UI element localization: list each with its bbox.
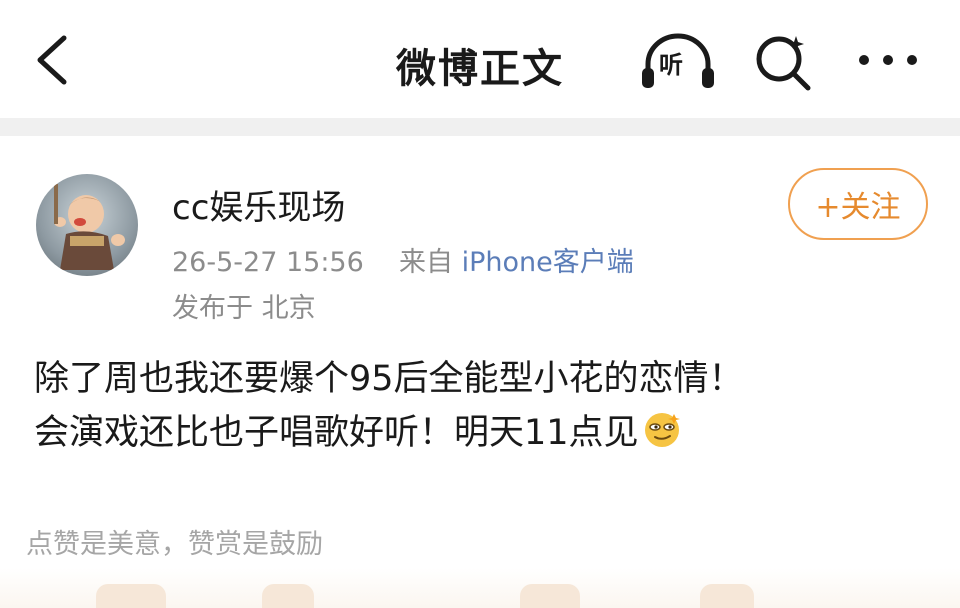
follow-label: +关注 [815,190,901,225]
section-divider [0,118,960,136]
listen-label: 听 [659,51,683,79]
smirk-emoji-icon [644,413,680,447]
reward-avatars-strip [0,568,960,608]
source-link[interactable]: iPhone客户端 [462,247,634,278]
post-content: 除了周也我还要爆个95后全能型小花的恋情！ 会演戏还比也子唱歌好听！明天11点见 [34,352,934,460]
post-meta: 26-5-27 15:56 来自 iPhone客户端 [172,240,634,279]
reward-note: 点赞是美意，赞赏是鼓励 [26,529,323,560]
post-location: 发布于 北京 [172,293,316,324]
source-prefix: 来自 [398,247,453,278]
post-text-line-2: 会演戏还比也子唱歌好听！明天11点见 [34,406,934,460]
avatar[interactable] [36,174,138,276]
more-dots-icon[interactable] [856,46,920,74]
post-text-line: 除了周也我还要爆个95后全能型小花的恋情！ [34,359,744,399]
follow-button[interactable]: +关注 [788,168,928,240]
post-timestamp: 26-5-27 15:56 [172,247,364,278]
author-name[interactable]: cc娱乐现场 [172,180,345,229]
search-icon[interactable] [752,30,814,92]
top-navigation-bar: 微博正文 听 [0,0,960,118]
post-text-line: 会演戏还比也子唱歌好听！明天11点见 [34,413,639,453]
listen-button[interactable]: 听 [640,32,716,90]
avatar-image [54,184,125,270]
page-title: 微博正文 [396,46,564,92]
